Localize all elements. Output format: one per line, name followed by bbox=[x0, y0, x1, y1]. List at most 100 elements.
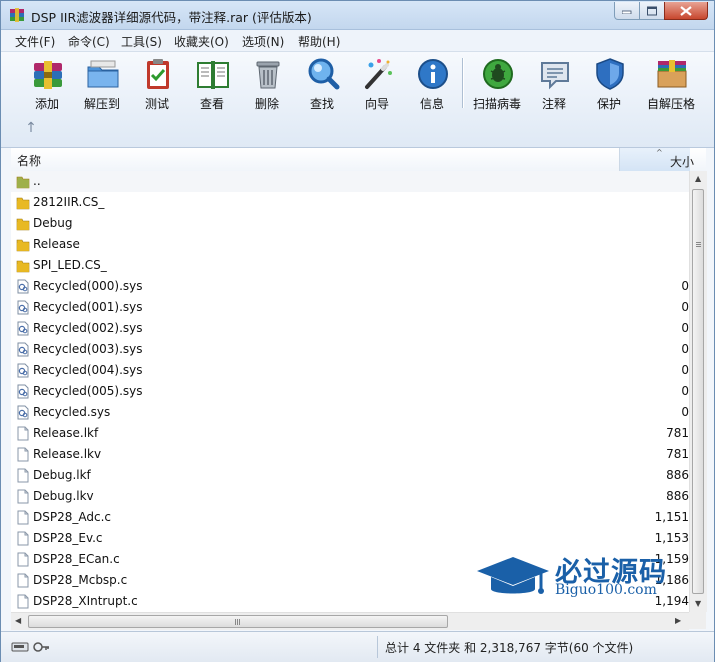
close-icon bbox=[680, 5, 692, 16]
file-icon bbox=[17, 552, 29, 567]
wizard-button[interactable]: 向导 bbox=[349, 55, 405, 113]
file-size: 0 bbox=[681, 342, 689, 356]
protect-button[interactable]: 保护 bbox=[581, 55, 637, 113]
view-icon bbox=[197, 61, 229, 89]
file-row[interactable]: Debug.lkv 886 bbox=[11, 486, 689, 507]
file-row[interactable]: DSP28_Ev.c 1,153 bbox=[11, 528, 689, 549]
file-icon bbox=[17, 573, 29, 588]
file-row[interactable]: Recycled(000).sys 0 bbox=[11, 276, 689, 297]
file-size: 781 bbox=[666, 447, 689, 461]
column-header-name[interactable]: 名称 bbox=[17, 152, 41, 169]
file-row[interactable]: Recycled(001).sys 0 bbox=[11, 297, 689, 318]
watermark-subtitle: Biguo100.com bbox=[555, 582, 657, 598]
file-row[interactable]: Release bbox=[11, 234, 689, 255]
test-button[interactable]: 测试 bbox=[129, 55, 185, 113]
maximize-button[interactable] bbox=[639, 2, 665, 20]
file-row[interactable]: 2812IIR.CS_ bbox=[11, 192, 689, 213]
file-name: Debug.lkv bbox=[33, 489, 94, 503]
up-folder-arrow-icon[interactable]: ↑ bbox=[23, 120, 39, 136]
menu-tools[interactable]: 工具(S) bbox=[121, 33, 162, 50]
extract-to-button[interactable]: 解压到 bbox=[74, 55, 130, 113]
file-row[interactable]: Recycled(004).sys 0 bbox=[11, 360, 689, 381]
title-bar[interactable]: DSP IIR滤波器详细源代码，带注释.rar (评估版本) bbox=[1, 1, 714, 30]
scroll-up-arrow-icon[interactable]: ▲ bbox=[695, 174, 701, 183]
file-row[interactable]: Recycled(003).sys 0 bbox=[11, 339, 689, 360]
file-row[interactable]: Debug.lkf 886 bbox=[11, 465, 689, 486]
file-size: 0 bbox=[681, 363, 689, 377]
file-row[interactable]: DSP28_Adc.c 1,151 bbox=[11, 507, 689, 528]
file-name: Recycled(004).sys bbox=[33, 363, 143, 377]
file-size: 0 bbox=[681, 279, 689, 293]
scroll-right-arrow-icon[interactable]: ▶ bbox=[675, 616, 681, 625]
file-row[interactable]: Release.lkf 781 bbox=[11, 423, 689, 444]
file-row[interactable]: .. bbox=[11, 171, 689, 192]
find-button[interactable]: 查找 bbox=[294, 55, 350, 113]
winrar-app-icon bbox=[10, 8, 24, 22]
menu-file[interactable]: 文件(F) bbox=[15, 33, 55, 50]
column-header-size[interactable]: ^ 大小 bbox=[619, 148, 694, 171]
file-name: DSP28_Mcbsp.c bbox=[33, 573, 128, 587]
status-bar: 总计 4 文件夹 和 2,318,767 字节(60 个文件) bbox=[1, 631, 714, 662]
toolbar: 添加 解压到 测试 查看 删除 查找 向导 信息 扫描病毒 注释 保护 自解压格… bbox=[1, 52, 714, 148]
find-icon bbox=[308, 58, 340, 90]
horizontal-scroll-thumb[interactable] bbox=[28, 615, 448, 628]
close-button[interactable] bbox=[664, 2, 708, 20]
file-name: Recycled(003).sys bbox=[33, 342, 143, 356]
window-title: DSP IIR滤波器详细源代码，带注释.rar (评估版本) bbox=[31, 10, 312, 25]
system-file-icon bbox=[17, 279, 29, 294]
comment-button[interactable]: 注释 bbox=[526, 55, 582, 113]
file-list[interactable]: .. 2812IIR.CS_ Debug Release SPI_LED.CS_ Recy… bbox=[11, 171, 689, 612]
menu-commands[interactable]: 命令(C) bbox=[68, 33, 110, 50]
scroll-left-arrow-icon[interactable]: ◀ bbox=[15, 616, 21, 625]
test-icon bbox=[147, 59, 169, 89]
file-name: .. bbox=[33, 174, 41, 188]
maximize-icon bbox=[647, 6, 657, 15]
file-name: Recycled(000).sys bbox=[33, 279, 143, 293]
add-button[interactable]: 添加 bbox=[19, 55, 75, 113]
graduation-cap-logo-icon bbox=[477, 557, 549, 594]
vertical-scrollbar[interactable]: ▲ ▼ bbox=[689, 171, 707, 612]
delete-icon bbox=[256, 61, 280, 89]
menu-help[interactable]: 帮助(H) bbox=[298, 33, 340, 50]
scan-virus-button[interactable]: 扫描病毒 bbox=[469, 55, 525, 113]
file-name: DSP28_Ev.c bbox=[33, 531, 103, 545]
sfx-label: 自解压格 bbox=[646, 97, 695, 111]
system-file-icon bbox=[17, 405, 29, 420]
parent-folder-icon bbox=[16, 176, 30, 189]
view-button[interactable]: 查看 bbox=[184, 55, 240, 113]
system-file-icon bbox=[17, 321, 29, 336]
file-row[interactable]: Recycled(002).sys 0 bbox=[11, 318, 689, 339]
file-size: 886 bbox=[666, 468, 689, 482]
watermark: 必过源码 Biguo100.com bbox=[475, 549, 675, 607]
status-drive-key-icon[interactable] bbox=[11, 640, 51, 654]
protect-icon bbox=[596, 58, 624, 90]
sfx-button[interactable]: 自解压格 bbox=[643, 55, 699, 113]
file-size: 0 bbox=[681, 321, 689, 335]
menu-favorites[interactable]: 收藏夹(O) bbox=[174, 33, 229, 50]
scan-virus-icon bbox=[483, 59, 513, 89]
delete-button[interactable]: 删除 bbox=[239, 55, 295, 113]
file-row[interactable]: SPI_LED.CS_ bbox=[11, 255, 689, 276]
scroll-down-arrow-icon[interactable]: ▼ bbox=[695, 599, 701, 608]
minimize-button[interactable] bbox=[614, 2, 640, 20]
folder-icon bbox=[16, 260, 30, 273]
sfx-icon bbox=[657, 60, 687, 88]
folder-icon bbox=[16, 218, 30, 231]
menu-options[interactable]: 选项(N) bbox=[242, 33, 284, 50]
file-name: Recycled(002).sys bbox=[33, 321, 143, 335]
file-name: DSP28_XIntrupt.c bbox=[33, 594, 138, 608]
horizontal-scrollbar[interactable]: ◀ ▶ bbox=[11, 612, 689, 630]
column-header-size-label: 大小 bbox=[670, 155, 695, 169]
vertical-scroll-thumb[interactable] bbox=[692, 189, 704, 594]
file-row[interactable]: Recycled(005).sys 0 bbox=[11, 381, 689, 402]
info-button[interactable]: 信息 bbox=[404, 55, 460, 113]
file-row[interactable]: Recycled.sys 0 bbox=[11, 402, 689, 423]
file-row[interactable]: Release.lkv 781 bbox=[11, 444, 689, 465]
file-name: 2812IIR.CS_ bbox=[33, 195, 105, 209]
file-size: 0 bbox=[681, 300, 689, 314]
file-name: SPI_LED.CS_ bbox=[33, 258, 107, 272]
app-window: DSP IIR滤波器详细源代码，带注释.rar (评估版本) 文件(F) 命令(… bbox=[0, 0, 715, 662]
folder-icon bbox=[16, 197, 30, 210]
file-row[interactable]: Debug bbox=[11, 213, 689, 234]
file-name: DSP28_ECan.c bbox=[33, 552, 120, 566]
